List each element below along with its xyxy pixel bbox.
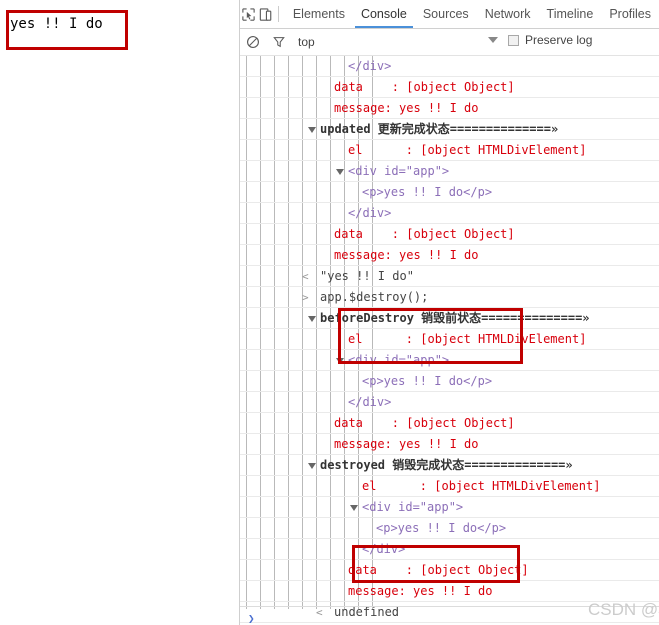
tab-network[interactable]: Network <box>477 0 539 28</box>
inspect-element-icon[interactable] <box>240 1 257 27</box>
console-log-text: updated 更新完成状态==============» <box>320 122 559 136</box>
console-log-text: "yes !! I do" <box>320 269 414 283</box>
tab-timeline[interactable]: Timeline <box>539 0 602 28</box>
preserve-log-control[interactable]: Preserve log <box>508 33 592 47</box>
console-log-row[interactable]: <div id="app"> <box>240 350 659 371</box>
tab-elements[interactable]: Elements <box>285 0 353 28</box>
console-prompt-caret[interactable]: ❯ <box>248 612 255 625</box>
output-marker-icon: < <box>302 270 309 283</box>
console-log-text: destroyed 销毁完成状态==============» <box>320 458 573 472</box>
console-log-text: data : [object Object] <box>334 80 515 94</box>
console-log-text: message: yes !! I do <box>348 584 493 598</box>
devtools-tabstrip: Elements Console Sources Network Timelin… <box>240 0 659 29</box>
console-log-text: </div> <box>348 59 392 73</box>
page-preview-pane: yes !! I do <box>0 0 240 625</box>
tab-console[interactable]: Console <box>353 0 415 28</box>
tab-profiles[interactable]: Profiles <box>601 0 659 28</box>
console-log-text: el : [object HTMLDivElement] <box>362 479 601 493</box>
expand-triangle-icon[interactable] <box>308 316 316 322</box>
console-log-text: data : [object Object] <box>334 227 515 241</box>
console-log-row[interactable]: <p>yes !! I do</p> <box>240 518 659 539</box>
console-log-row[interactable]: message: yes !! I do <box>240 434 659 455</box>
console-log-row[interactable]: <div id="app"> <box>240 497 659 518</box>
clear-console-icon[interactable] <box>240 29 266 55</box>
expand-triangle-icon[interactable] <box>308 463 316 469</box>
console-log-row[interactable]: message: yes !! I do <box>240 98 659 119</box>
console-log-row[interactable]: el : [object HTMLDivElement] <box>240 476 659 497</box>
console-log-row[interactable]: < "yes !! I do" <box>240 266 659 287</box>
console-log-row[interactable]: data : [object Object] <box>240 224 659 245</box>
console-log-row[interactable]: updated 更新完成状态==============» <box>240 119 659 140</box>
console-log-row[interactable]: el : [object HTMLDivElement] <box>240 329 659 350</box>
console-log-text: <p>yes !! I do</p> <box>362 374 493 388</box>
console-log-row[interactable]: data : [object Object] <box>240 413 659 434</box>
page-preview-text: yes !! I do <box>10 16 103 32</box>
execution-context-selector[interactable]: top <box>298 35 315 49</box>
csdn-watermark: CSDN @秋田君 <box>588 600 659 619</box>
console-log-text: el : [object HTMLDivElement] <box>348 332 587 346</box>
console-output[interactable]: </div> data : [object Object] message: yes… <box>240 56 659 625</box>
input-marker-icon: > <box>302 291 309 304</box>
preserve-log-label: Preserve log <box>525 33 593 47</box>
console-log-row[interactable]: el : [object HTMLDivElement] <box>240 140 659 161</box>
console-log-text: <p>yes !! I do</p> <box>362 185 493 199</box>
console-log-text: <div id="app"> <box>362 500 464 514</box>
expand-triangle-icon[interactable] <box>336 169 344 175</box>
console-log-row[interactable]: data : [object Object] <box>240 77 659 98</box>
console-log-text: <div id="app"> <box>348 164 450 178</box>
console-filterbar: top Preserve log <box>240 29 659 56</box>
console-log-text: beforeDestroy 销毁前状态==============» <box>320 311 590 325</box>
console-log-text: data : [object Object] <box>334 416 515 430</box>
console-log-row[interactable]: <p>yes !! I do</p> <box>240 182 659 203</box>
filter-funnel-icon[interactable] <box>266 29 292 55</box>
console-log-row[interactable]: data : [object Object] <box>240 560 659 581</box>
console-log-row[interactable]: </div> <box>240 539 659 560</box>
console-log-row[interactable]: <div id="app"> <box>240 161 659 182</box>
console-log-text: <div id="app"> <box>348 353 450 367</box>
console-log-text: </div> <box>348 395 392 409</box>
console-log-row[interactable]: message: yes !! I do <box>240 245 659 266</box>
device-toolbar-icon[interactable] <box>257 1 274 27</box>
tab-sources[interactable]: Sources <box>415 0 477 28</box>
console-log-row[interactable]: destroyed 销毁完成状态==============» <box>240 455 659 476</box>
console-log-text: message: yes !! I do <box>334 101 479 115</box>
console-log-row[interactable]: <p>yes !! I do</p> <box>240 371 659 392</box>
console-log-row[interactable]: </div> <box>240 203 659 224</box>
console-log-text: el : [object HTMLDivElement] <box>348 143 587 157</box>
console-log-text: message: yes !! I do <box>334 437 479 451</box>
console-log-text: message: yes !! I do <box>334 248 479 262</box>
console-log-text: data : [object Object] <box>348 563 529 577</box>
toolbar-divider <box>278 6 279 22</box>
preserve-log-checkbox[interactable] <box>508 34 519 46</box>
console-log-row[interactable]: </div> <box>240 392 659 413</box>
console-log-row[interactable]: </div> <box>240 56 659 77</box>
console-log-text: </div> <box>362 542 406 556</box>
expand-triangle-icon[interactable] <box>350 505 358 511</box>
console-log-row[interactable]: beforeDestroy 销毁前状态==============» <box>240 308 659 329</box>
expand-triangle-icon[interactable] <box>308 127 316 133</box>
expand-triangle-icon[interactable] <box>336 358 344 364</box>
chevron-down-icon[interactable] <box>488 37 498 43</box>
console-log-text: app.$destroy(); <box>320 290 429 304</box>
console-log-text: </div> <box>348 206 392 220</box>
devtools-panel: Elements Console Sources Network Timelin… <box>240 0 659 625</box>
console-log-row[interactable]: > app.$destroy(); <box>240 287 659 308</box>
console-log-text: <p>yes !! I do</p> <box>376 521 507 535</box>
